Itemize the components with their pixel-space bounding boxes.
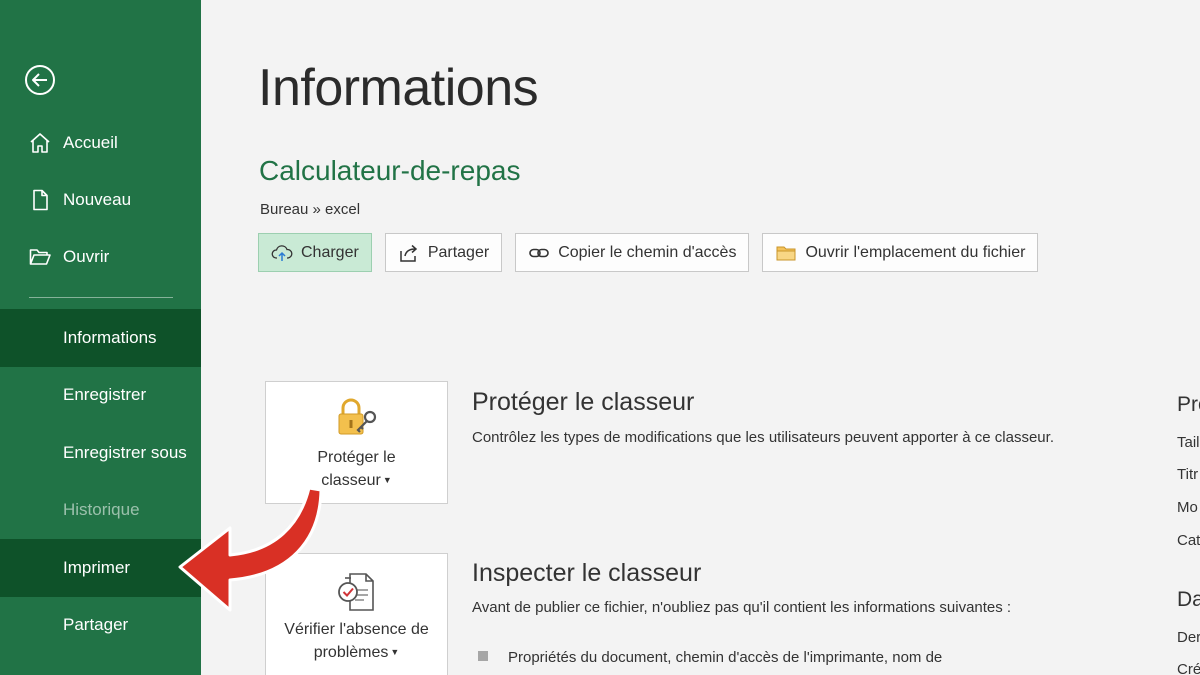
upload-button[interactable]: Charger — [258, 233, 372, 272]
sidebar-item-nouveau[interactable]: Nouveau — [0, 171, 201, 228]
sidebar-item-informations[interactable]: Informations — [0, 309, 201, 367]
sidebar-top-nav: Accueil Nouveau Ouvrir — [0, 114, 201, 285]
sidebar-divider — [29, 297, 173, 298]
copy-path-button-label: Copier le chemin d'accès — [558, 243, 737, 261]
file-actions-toolbar: Charger Partager Copier le chemin d'accè… — [258, 233, 1039, 272]
sidebar-item-label: Ouvrir — [63, 246, 110, 266]
share-icon — [398, 242, 420, 264]
date-label: Der — [1177, 629, 1200, 646]
sidebar-item-partager[interactable]: Partager — [0, 597, 201, 655]
protect-workbook-button-label: Protéger le classeur ▼ — [317, 449, 396, 489]
protect-section-description: Contrôlez les types de modifications que… — [472, 429, 1054, 446]
sidebar-item-enregistrer[interactable]: Enregistrer — [0, 367, 201, 425]
cloud-upload-icon — [271, 242, 293, 264]
new-document-icon — [28, 188, 52, 212]
sidebar-item-ouvrir[interactable]: Ouvrir — [0, 228, 201, 285]
sidebar-item-label: Nouveau — [63, 189, 132, 209]
share-button[interactable]: Partager — [384, 233, 503, 272]
backstage-sidebar: Accueil Nouveau Ouvrir Informations Enre… — [0, 0, 201, 675]
share-button-label: Partager — [427, 243, 490, 261]
open-location-button[interactable]: Ouvrir l'emplacement du fichier — [762, 233, 1039, 272]
back-arrow-icon — [25, 65, 55, 95]
open-folder-icon — [28, 245, 52, 269]
sidebar-item-enregistrer-sous[interactable]: Enregistrer sous — [0, 424, 201, 482]
property-label: Tail — [1177, 434, 1200, 451]
inspect-document-icon — [334, 568, 380, 614]
breadcrumb: Bureau » excel — [260, 201, 361, 218]
properties-panel-cropped: Pro Tail Titr Mo Cat Da Der Cré — [1176, 0, 1200, 675]
date-label: Cré — [1177, 661, 1200, 675]
inspect-bullet-text: Propriétés du document, chemin d'accès d… — [508, 649, 943, 666]
protect-workbook-button[interactable]: Protéger le classeur ▼ — [265, 381, 448, 504]
document-name: Calculateur-de-repas — [259, 155, 521, 186]
back-button[interactable] — [24, 64, 56, 96]
sidebar-bottom-nav: Informations Enregistrer Enregistrer sou… — [0, 309, 201, 654]
property-label: Mo — [1177, 499, 1198, 516]
bullet-marker — [478, 651, 488, 661]
protect-section-title: Protéger le classeur — [472, 388, 695, 416]
home-icon — [28, 131, 52, 155]
upload-button-label: Charger — [301, 243, 359, 261]
inspect-section-description: Avant de publier ce fichier, n'oubliez p… — [472, 599, 1012, 616]
link-icon — [528, 242, 550, 264]
folder-icon — [775, 242, 797, 264]
properties-heading: Pro — [1177, 393, 1200, 416]
sidebar-item-historique[interactable]: Historique — [0, 482, 201, 540]
check-issues-button-label: Vérifier l'absence de problèmes ▼ — [284, 621, 429, 661]
sidebar-item-label: Accueil — [63, 132, 118, 152]
open-location-button-label: Ouvrir l'emplacement du fichier — [805, 243, 1026, 261]
inspect-section-title: Inspecter le classeur — [472, 559, 702, 587]
copy-path-button[interactable]: Copier le chemin d'accès — [515, 233, 750, 272]
dates-heading: Da — [1177, 588, 1200, 611]
page-title: Informations — [258, 59, 539, 117]
main-content: Informations Calculateur-de-repas Bureau… — [201, 0, 1200, 675]
sidebar-item-imprimer[interactable]: Imprimer — [0, 539, 201, 597]
property-label: Titr — [1177, 466, 1199, 483]
check-issues-button[interactable]: Vérifier l'absence de problèmes ▼ — [265, 553, 448, 675]
sidebar-item-accueil[interactable]: Accueil — [0, 114, 201, 171]
lock-key-icon — [334, 396, 380, 442]
property-label: Cat — [1177, 532, 1200, 549]
